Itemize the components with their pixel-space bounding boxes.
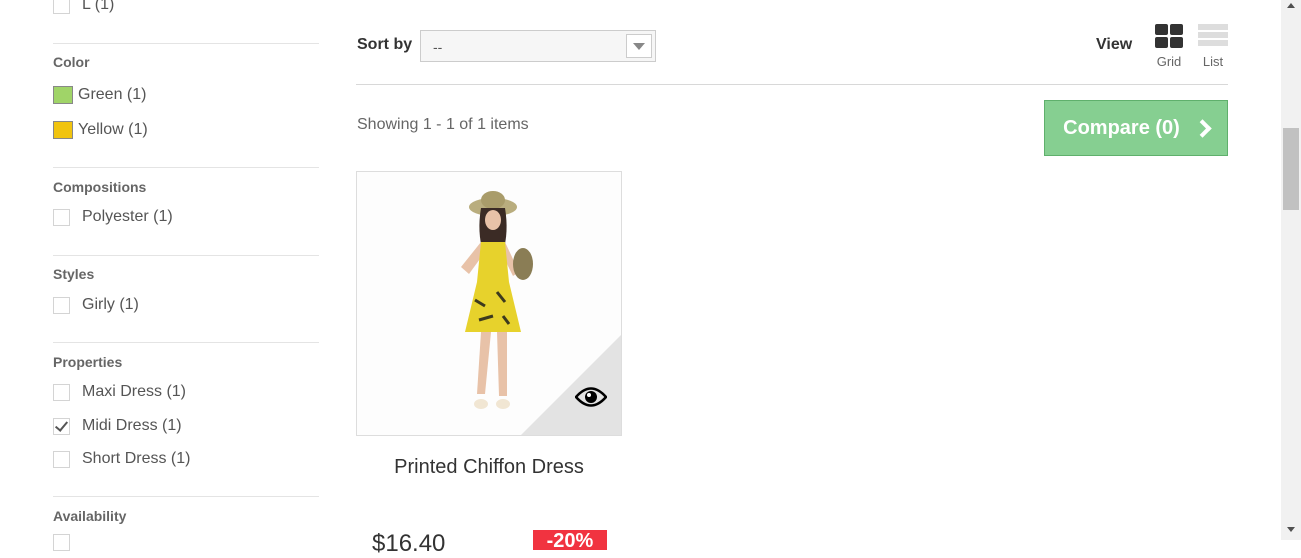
divider	[53, 496, 319, 497]
sort-value: --	[433, 39, 443, 55]
checkbox[interactable]	[53, 0, 70, 14]
sort-select[interactable]: --	[420, 30, 656, 62]
filter-option-label: Polyester (1)	[82, 208, 173, 225]
chevron-right-icon	[1193, 118, 1212, 138]
view-list-button[interactable]: List	[1193, 24, 1233, 69]
color-swatch-yellow[interactable]	[53, 121, 73, 139]
scroll-down-icon[interactable]	[1287, 527, 1295, 532]
checkbox[interactable]	[53, 450, 70, 468]
divider	[53, 167, 319, 168]
chevron-down-icon[interactable]	[626, 34, 652, 58]
grid-icon[interactable]	[1155, 24, 1183, 48]
product-price: $16.40	[372, 530, 446, 557]
scroll-thumb[interactable]	[1283, 128, 1299, 210]
filter-title-properties: Properties	[53, 354, 123, 370]
filter-color-yellow[interactable]: Yellow (1)	[53, 121, 148, 139]
filter-size-l[interactable]: L (1)	[53, 0, 114, 14]
filter-option-label: Short Dress (1)	[82, 450, 191, 467]
sort-label: Sort by	[357, 36, 413, 53]
filter-option-label: Yellow (1)	[78, 121, 148, 138]
view-list-label: List	[1202, 54, 1224, 69]
scrollbar[interactable]	[1281, 0, 1301, 540]
filter-option-label: Girly (1)	[82, 296, 139, 313]
filter-option-label: Green (1)	[78, 86, 147, 103]
divider	[53, 43, 319, 44]
filter-option-label: L (1)	[82, 0, 115, 13]
discount-badge: -20%	[533, 530, 607, 552]
checkbox[interactable]	[53, 534, 70, 551]
filter-title-color: Color	[53, 54, 90, 70]
checkbox[interactable]	[53, 208, 70, 226]
filter-title-availability: Availability	[53, 508, 127, 524]
compare-button[interactable]: Compare (0)	[1044, 100, 1228, 156]
filter-title-styles: Styles	[53, 266, 95, 282]
product-name[interactable]: Printed Chiffon Dress	[356, 456, 622, 479]
checkbox[interactable]	[53, 296, 70, 314]
view-grid-button[interactable]: Grid	[1149, 24, 1189, 69]
filter-property-midi[interactable]: Midi Dress (1)	[53, 417, 182, 435]
filter-property-maxi[interactable]: Maxi Dress (1)	[53, 383, 186, 401]
checkbox[interactable]	[53, 383, 70, 401]
compare-label: Compare (0)	[1063, 116, 1180, 139]
results-count: Showing 1 - 1 of 1 items	[357, 116, 529, 133]
product-card[interactable]	[356, 171, 622, 436]
filter-option-label: Maxi Dress (1)	[82, 383, 187, 400]
view-grid-label: Grid	[1156, 54, 1182, 69]
filter-availability-option[interactable]	[53, 534, 82, 551]
checkbox-checked[interactable]	[53, 417, 70, 435]
filter-style-girly[interactable]: Girly (1)	[53, 296, 139, 314]
scroll-up-icon[interactable]	[1287, 3, 1295, 8]
filter-composition-polyester[interactable]: Polyester (1)	[53, 208, 173, 226]
divider	[53, 342, 319, 343]
filter-color-green[interactable]: Green (1)	[53, 86, 146, 104]
filter-property-short[interactable]: Short Dress (1)	[53, 450, 190, 468]
divider	[53, 255, 319, 256]
view-label: View	[1096, 36, 1133, 53]
divider	[356, 84, 1228, 85]
color-swatch-green[interactable]	[53, 86, 73, 104]
list-icon[interactable]	[1198, 24, 1228, 48]
filter-option-label: Midi Dress (1)	[82, 417, 182, 434]
filter-title-compositions: Compositions	[53, 179, 147, 195]
eye-icon[interactable]	[574, 385, 608, 413]
